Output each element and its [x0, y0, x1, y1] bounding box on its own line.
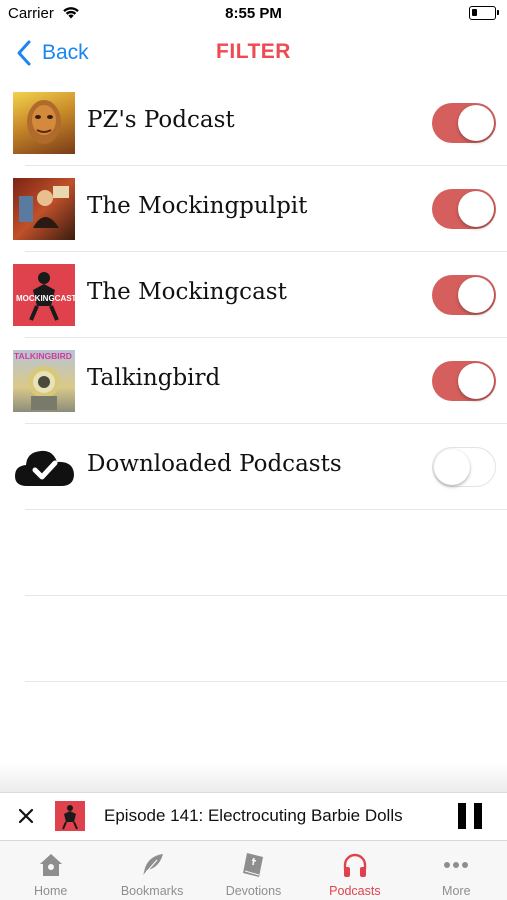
- pause-button[interactable]: [458, 803, 482, 829]
- filter-toggle[interactable]: [432, 189, 496, 229]
- tab-label: More: [442, 884, 471, 898]
- more-icon: [444, 862, 469, 868]
- filter-row-the-mockingpulpit: The Mockingpulpit: [0, 166, 507, 252]
- episode-title: Episode 141: Electrocuting Barbie Dolls: [104, 806, 403, 825]
- tab-label: Podcasts: [329, 884, 381, 898]
- filter-toggle[interactable]: [432, 447, 496, 487]
- filter-row-talkingbird: TALKINGBIRD Talkingbird: [0, 338, 507, 424]
- podcast-filter-list: PZ's Podcast The Mockingpulpit MOCKINGCA…: [0, 80, 507, 682]
- episode-artwork: [55, 801, 85, 831]
- filter-row-pzs-podcast: PZ's Podcast: [0, 80, 507, 166]
- navigation-bar: Back FILTER: [0, 28, 507, 78]
- toggle-knob: [458, 191, 494, 227]
- page-title: FILTER: [216, 40, 291, 63]
- filter-row-downloaded-podcasts: Downloaded Podcasts: [0, 424, 507, 510]
- filter-row-the-mockingcast: MOCKINGCAST The Mockingcast: [0, 252, 507, 338]
- toggle-knob: [458, 105, 494, 141]
- filter-label: Downloaded Podcasts: [87, 451, 342, 477]
- podcast-artwork: [13, 178, 75, 240]
- toggle-knob: [434, 448, 470, 485]
- status-bar: Carrier 8:55 PM: [0, 0, 507, 28]
- tab-home[interactable]: Home: [0, 841, 101, 900]
- pause-icon: [458, 803, 466, 829]
- artwork-text: MOCKINGCAST: [16, 294, 75, 303]
- filter-label: The Mockingcast: [87, 279, 287, 305]
- filter-toggle[interactable]: [432, 361, 496, 401]
- book-icon: [243, 853, 264, 877]
- home-icon: [39, 854, 62, 876]
- headphones-icon: [343, 853, 367, 877]
- filter-label: Talkingbird: [87, 365, 221, 391]
- tab-bar: Home Bookmarks Devotions Podcasts More: [0, 840, 507, 900]
- filter-toggle[interactable]: [432, 275, 496, 315]
- now-playing-bar[interactable]: Episode 141: Electrocuting Barbie Dolls: [0, 792, 507, 840]
- player-shadow: [0, 762, 507, 792]
- tab-bookmarks[interactable]: Bookmarks: [101, 841, 202, 900]
- divider: [25, 681, 507, 682]
- filter-label: The Mockingpulpit: [87, 193, 308, 219]
- empty-row: [0, 596, 507, 682]
- toggle-knob: [458, 277, 494, 313]
- status-time: 8:55 PM: [225, 5, 282, 22]
- tab-devotions[interactable]: Devotions: [203, 841, 304, 900]
- tab-label: Bookmarks: [120, 884, 184, 898]
- podcast-artwork: TALKINGBIRD: [13, 350, 75, 412]
- empty-row: [0, 510, 507, 596]
- filter-label: PZ's Podcast: [87, 107, 235, 133]
- tab-podcasts[interactable]: Podcasts: [304, 841, 405, 900]
- close-icon[interactable]: [15, 805, 37, 827]
- battery-icon: [469, 6, 499, 20]
- tab-label: Home: [34, 884, 68, 898]
- filter-toggle[interactable]: [432, 103, 496, 143]
- toggle-knob: [458, 363, 494, 399]
- podcast-artwork: [13, 92, 75, 154]
- feather-icon: [142, 854, 164, 877]
- tab-more[interactable]: More: [406, 841, 507, 900]
- tab-label: Devotions: [225, 884, 282, 898]
- podcast-artwork: MOCKINGCAST: [13, 264, 75, 326]
- cloud-check-icon: [15, 450, 74, 486]
